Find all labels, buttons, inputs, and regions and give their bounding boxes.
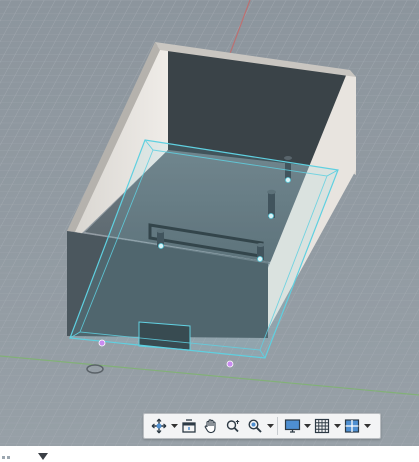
orbit-icon xyxy=(151,418,167,434)
timeline-marker-icon xyxy=(2,456,10,459)
display-settings-caret[interactable] xyxy=(303,416,311,436)
grid-settings-button[interactable] xyxy=(311,416,333,436)
orbit-button[interactable] xyxy=(148,416,170,436)
viewport-canvas[interactable] xyxy=(0,0,419,446)
caret-down-icon xyxy=(303,423,311,428)
fit-button[interactable] xyxy=(244,416,266,436)
3d-viewport[interactable] xyxy=(0,0,419,446)
viewports-icon xyxy=(344,419,360,433)
pan-hand-icon xyxy=(204,419,216,434)
grid-icon xyxy=(314,418,330,434)
selection-grip-point[interactable] xyxy=(158,243,164,249)
display-settings-button[interactable] xyxy=(281,416,303,436)
pan-button[interactable] xyxy=(200,416,222,436)
navigation-toolbar xyxy=(143,413,381,439)
caret-down-icon xyxy=(333,423,341,428)
orbit-dropdown-caret[interactable] xyxy=(170,416,178,436)
fit-magnifier-icon xyxy=(248,419,262,433)
playhead-marker-icon[interactable] xyxy=(38,453,48,461)
selection-grip-point[interactable] xyxy=(257,256,263,262)
grid-settings-caret[interactable] xyxy=(333,416,341,436)
fit-dropdown-caret[interactable] xyxy=(266,416,274,436)
viewports-button[interactable] xyxy=(341,416,363,436)
look-at-icon xyxy=(182,419,196,433)
look-at-button[interactable] xyxy=(178,416,200,436)
viewports-caret[interactable] xyxy=(363,416,371,436)
selection-grip-point[interactable] xyxy=(226,360,234,368)
zoom-icon xyxy=(226,420,240,433)
zoom-button[interactable] xyxy=(222,416,244,436)
caret-down-icon xyxy=(266,423,274,428)
selection-grip-point[interactable] xyxy=(98,339,106,347)
bottom-status-strip xyxy=(0,446,419,462)
selection-grip-point[interactable] xyxy=(285,177,291,183)
monitor-icon xyxy=(284,419,300,433)
selection-grip-point[interactable] xyxy=(268,213,274,219)
toolbar-separator xyxy=(277,417,278,435)
caret-down-icon xyxy=(170,423,178,428)
caret-down-icon xyxy=(363,423,371,428)
